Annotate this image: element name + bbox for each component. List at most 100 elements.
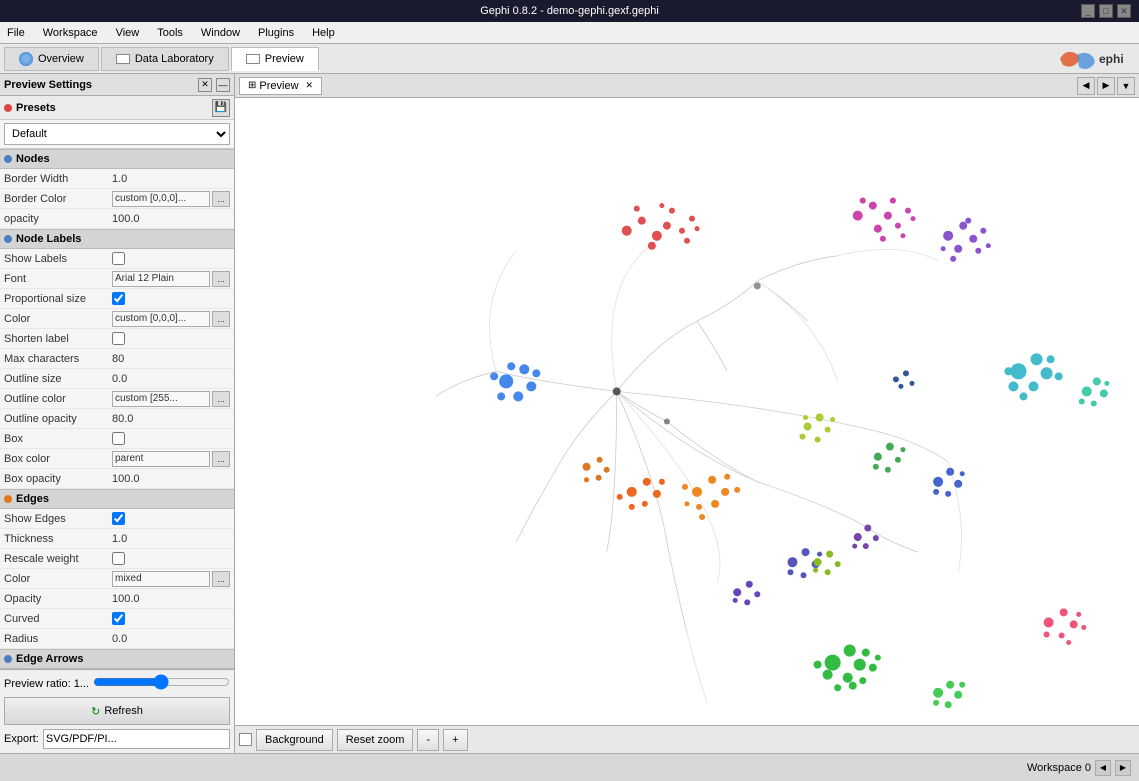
box-color-label: Box color [4, 453, 112, 465]
edges-section-label: Edges [16, 493, 49, 505]
outline-opacity-value: 80.0 [112, 413, 230, 425]
tab-preview[interactable]: Preview [231, 47, 319, 71]
menu-workspace[interactable]: Workspace [40, 26, 101, 40]
menu-file[interactable]: File [4, 26, 28, 40]
tab-overview-label: Overview [38, 53, 84, 65]
menu-help[interactable]: Help [309, 26, 338, 40]
proportional-size-checkbox[interactable] [112, 292, 125, 305]
export-row: Export: [4, 729, 230, 749]
box-color-display[interactable]: parent [112, 451, 210, 467]
max-characters-value: 80 [112, 353, 230, 365]
show-labels-label: Show Labels [4, 253, 112, 265]
preview-ratio-slider[interactable] [93, 674, 230, 690]
border-color-more-button[interactable]: ... [212, 191, 230, 207]
opacity-value: 100.0 [112, 213, 230, 225]
preview-tab-icon: ⊞ [248, 80, 256, 91]
proportional-size-row: Proportional size [0, 289, 234, 309]
left-panel: Preview Settings ✕ — Presets 💾 Default N… [0, 74, 235, 753]
show-edges-checkbox[interactable] [112, 512, 125, 525]
maximize-button[interactable]: □ [1099, 4, 1113, 18]
show-edges-label: Show Edges [4, 513, 112, 525]
shorten-label-checkbox[interactable] [112, 332, 125, 345]
opacity-label: opacity [4, 213, 112, 225]
box-color-more-button[interactable]: ... [212, 451, 230, 467]
gephi-logo: ephi [1055, 45, 1135, 73]
next-button[interactable]: ▶ [1097, 77, 1115, 95]
save-preset-button[interactable]: 💾 [212, 99, 230, 117]
panel-close-button[interactable]: ✕ [198, 78, 212, 92]
outline-color-label: Outline color [4, 393, 112, 405]
reset-zoom-button[interactable]: Reset zoom [337, 729, 414, 751]
proportional-size-label: Proportional size [4, 293, 112, 305]
outline-color-more-button[interactable]: ... [212, 391, 230, 407]
zoom-minus-label: - [426, 734, 430, 746]
thickness-label: Thickness [4, 533, 112, 545]
edges-color-display[interactable]: mixed [112, 571, 210, 587]
minimize-button[interactable]: _ [1081, 4, 1095, 18]
color-text: custom [0,0,0]... [115, 313, 186, 324]
presets-dropdown-row: Default [0, 120, 234, 149]
box-checkbox[interactable] [112, 432, 125, 445]
prev-button[interactable]: ◀ [1077, 77, 1095, 95]
curved-checkbox[interactable] [112, 612, 125, 625]
presets-dropdown[interactable]: Default [4, 123, 230, 145]
color-display[interactable]: custom [0,0,0]... [112, 311, 210, 327]
presets-bar: Presets 💾 [0, 96, 234, 120]
presets-label: Presets [16, 102, 212, 114]
refresh-button[interactable]: ↻ Refresh [4, 697, 230, 725]
refresh-icon: ↻ [91, 705, 100, 718]
edge-arrows-dot-icon [4, 655, 12, 663]
border-color-display[interactable]: custom [0,0,0]... [112, 191, 210, 207]
edge-arrows-section-label: Edge Arrows [16, 653, 83, 665]
rescale-weight-checkbox[interactable] [112, 552, 125, 565]
zoom-plus-label: + [452, 734, 458, 746]
background-button[interactable]: Background [256, 729, 333, 751]
export-label: Export: [4, 733, 39, 745]
menu-view[interactable]: View [113, 26, 143, 40]
refresh-label: Refresh [104, 705, 143, 717]
font-more-button[interactable]: ... [212, 271, 230, 287]
color-more-button[interactable]: ... [212, 311, 230, 327]
data-lab-icon [116, 54, 130, 64]
border-color-text: custom [0,0,0]... [115, 193, 186, 204]
background-label: Background [265, 734, 324, 746]
outline-color-display[interactable]: custom [255... [112, 391, 210, 407]
expand-button[interactable]: ▼ [1117, 77, 1135, 95]
panel-minimize-button[interactable]: — [216, 78, 230, 92]
nodes-section-header: Nodes [0, 149, 234, 169]
edges-color-more-button[interactable]: ... [212, 571, 230, 587]
bottom-section: Preview ratio: 1... ↻ Refresh Export: [0, 669, 234, 753]
thickness-value: 1.0 [112, 533, 230, 545]
border-width-value: 1.0 [112, 173, 230, 185]
thickness-row: Thickness 1.0 [0, 529, 234, 549]
tab-data-laboratory[interactable]: Data Laboratory [101, 47, 229, 71]
main-tab-bar: Overview Data Laboratory Preview ephi [0, 44, 1139, 74]
settings-scroll[interactable]: Nodes Border Width 1.0 Border Color cust… [0, 149, 234, 669]
box-color-value: parent ... [112, 451, 230, 467]
workspace-prev-button[interactable]: ◀ [1095, 760, 1111, 776]
preview-tab[interactable]: ⊞ Preview ✕ [239, 77, 322, 95]
node-labels-section-header: Node Labels [0, 229, 234, 249]
border-width-label: Border Width [4, 173, 112, 185]
status-bar: Workspace 0 ◀ ▶ [0, 753, 1139, 781]
menu-plugins[interactable]: Plugins [255, 26, 297, 40]
app-title: Gephi 0.8.2 - demo-gephi.gexf.gephi [480, 5, 659, 17]
border-color-row: Border Color custom [0,0,0]... ... [0, 189, 234, 209]
workspace-next-button[interactable]: ▶ [1115, 760, 1131, 776]
tab-overview[interactable]: Overview [4, 47, 99, 71]
radius-row: Radius 0.0 [0, 629, 234, 649]
show-labels-checkbox[interactable] [112, 252, 125, 265]
font-display[interactable]: Arial 12 Plain [112, 271, 210, 287]
zoom-plus-button[interactable]: + [443, 729, 467, 751]
zoom-minus-button[interactable]: - [417, 729, 439, 751]
node-labels-dot-icon [4, 235, 12, 243]
background-checkbox[interactable] [239, 733, 252, 746]
box-opacity-value: 100.0 [112, 473, 230, 485]
close-button[interactable]: ✕ [1117, 4, 1131, 18]
export-input[interactable] [43, 729, 230, 749]
menu-tools[interactable]: Tools [154, 26, 186, 40]
preview-tab-close[interactable]: ✕ [306, 80, 314, 91]
radius-value: 0.0 [112, 633, 230, 645]
shorten-label-label: Shorten label [4, 333, 112, 345]
menu-window[interactable]: Window [198, 26, 243, 40]
